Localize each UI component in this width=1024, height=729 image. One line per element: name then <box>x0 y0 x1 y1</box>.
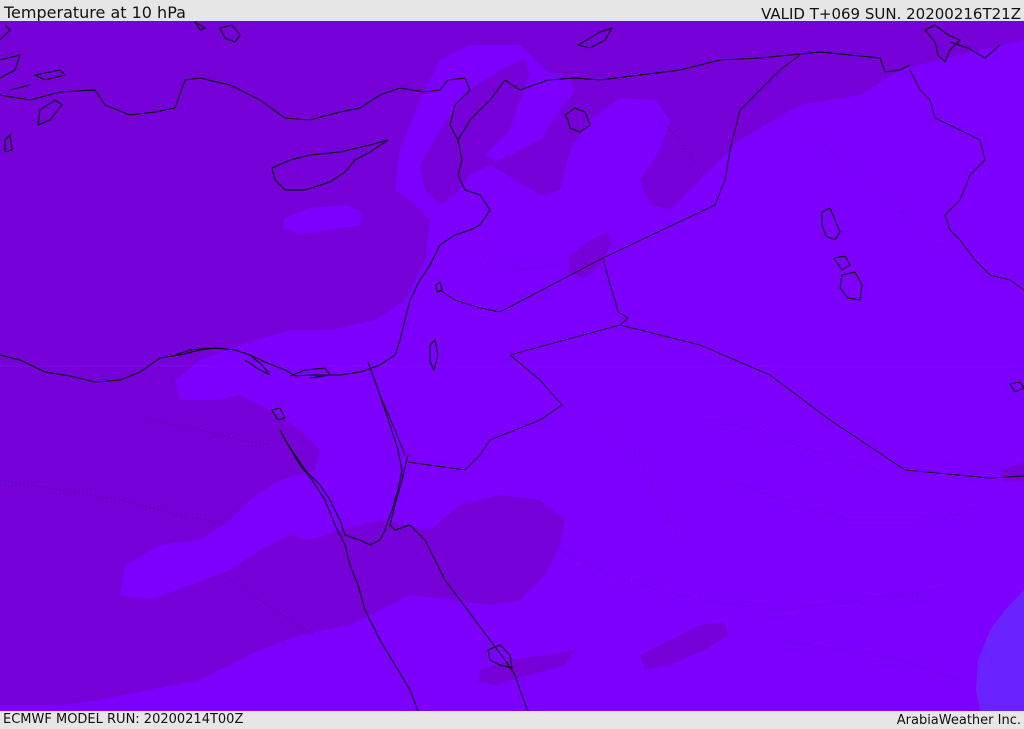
model-run: ECMWF MODEL RUN: 20200214T00Z <box>3 712 244 727</box>
credit: ArabiaWeather Inc. <box>896 713 1021 728</box>
weather-map[interactable] <box>0 21 1024 711</box>
map-title: Temperature at 10 hPa <box>4 3 186 22</box>
header-bar: Temperature at 10 hPa VALID T+069 SUN. 2… <box>0 0 1024 23</box>
footer-bar: ECMWF MODEL RUN: 20200214T00Z ArabiaWeat… <box>0 711 1024 729</box>
